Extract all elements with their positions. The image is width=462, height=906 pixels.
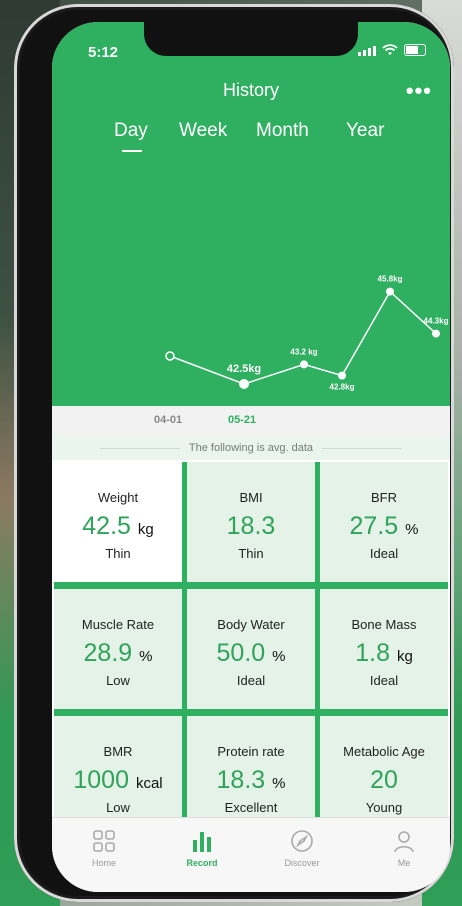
tabbar-label: Me <box>397 858 411 868</box>
tab-day-indicator <box>122 150 142 152</box>
tabbar-label: Home <box>91 858 116 868</box>
metric-label: Body Water <box>217 617 285 632</box>
metric-card-body-water[interactable]: Body Water 50.0 % Ideal <box>187 589 315 709</box>
tabbar-label: Discover <box>284 858 320 868</box>
status-time: 5:12 <box>88 44 119 61</box>
metric-unit: kg <box>137 521 154 538</box>
date-axis[interactable]: 04-01 05-21 <box>52 406 450 436</box>
metric-status: Excellent <box>224 800 278 815</box>
metric-label: Muscle Rate <box>81 617 155 632</box>
metric-value: 18.3 <box>226 512 276 540</box>
metric-value-line: 1000 kcal <box>54 766 182 795</box>
metric-value-line: 28.9 % <box>54 639 182 668</box>
metric-status: Ideal <box>369 546 399 561</box>
metric-card-weight[interactable]: Weight 42.5 kg Thin <box>54 462 182 582</box>
metric-value: 1.8 <box>355 639 390 667</box>
metric-value: 1000 <box>73 766 129 794</box>
app-screen: 5:12 History ••• Day Week Month Year 42.… <box>52 22 450 892</box>
metric-unit: kcal <box>135 775 163 792</box>
metric-value-line: 20 <box>320 766 448 795</box>
metric-status: Young <box>365 800 403 815</box>
tab-week[interactable]: Week <box>179 120 227 142</box>
more-options-icon[interactable]: ••• <box>406 78 432 104</box>
data-label: 42.8kg <box>330 383 355 392</box>
metric-label: BFR <box>371 490 397 505</box>
avg-data-divider: The following is avg. data <box>52 436 450 460</box>
tabbar-discover[interactable]: Discover <box>262 828 342 868</box>
data-label: 42.5kg <box>227 363 261 375</box>
tab-month[interactable]: Month <box>256 120 309 142</box>
metric-label: Metabolic Age <box>343 744 425 759</box>
metric-unit: % <box>139 648 153 665</box>
metric-value: 27.5 <box>349 512 399 540</box>
metric-status: Ideal <box>369 673 399 688</box>
metric-card-bfr[interactable]: BFR 27.5 % Ideal <box>320 462 448 582</box>
signal-icon <box>358 44 376 56</box>
metric-card-bmi[interactable]: BMI 18.3 Thin <box>187 462 315 582</box>
tabbar-home[interactable]: Home <box>64 828 144 868</box>
page-title: History <box>222 80 279 100</box>
data-label: 44.3kg <box>424 317 449 326</box>
avg-data-note: The following is avg. data <box>188 442 314 454</box>
metric-unit: % <box>272 775 286 792</box>
metric-label: Bone Mass <box>351 617 417 632</box>
metric-status: Low <box>106 800 130 815</box>
data-point[interactable] <box>165 351 175 361</box>
phone-frame: 5:12 History ••• Day Week Month Year 42.… <box>14 4 454 902</box>
grid-icon <box>93 830 115 852</box>
weight-line-chart[interactable]: 42.5kg 43.2 kg 42.8kg 45.8kg 44.3kg <box>52 202 450 412</box>
data-point[interactable] <box>239 379 249 389</box>
weight-series-line <box>169 290 437 385</box>
phone-notch <box>144 22 358 56</box>
date-label-selected[interactable]: 05-21 <box>228 414 256 426</box>
data-point[interactable] <box>300 360 308 369</box>
metric-value: 20 <box>370 766 398 794</box>
metric-label: Protein rate <box>217 744 285 759</box>
metrics-grid: Weight 42.5 kg Thin BMI 18.3 Thin BFR 27… <box>54 462 448 842</box>
data-point[interactable] <box>386 287 394 296</box>
person-icon <box>394 831 414 853</box>
metric-status: Thin <box>238 546 264 561</box>
metric-label: BMI <box>239 490 263 505</box>
metric-unit: % <box>405 521 419 538</box>
compass-icon <box>291 830 313 852</box>
tab-day[interactable]: Day <box>114 120 148 142</box>
wifi-icon <box>382 44 398 55</box>
metric-label: Weight <box>97 490 139 505</box>
metric-value-line: 27.5 % <box>320 512 448 541</box>
metric-card-bone-mass[interactable]: Bone Mass 1.8 kg Ideal <box>320 589 448 709</box>
date-label[interactable]: 04-01 <box>154 414 182 426</box>
tabbar-record[interactable]: Record <box>162 828 242 868</box>
metric-value-line: 50.0 % <box>187 639 315 668</box>
metric-label: BMR <box>103 744 133 759</box>
metric-status: Thin <box>105 546 131 561</box>
status-icons <box>358 44 426 56</box>
metric-status: Low <box>106 673 130 688</box>
metric-value-line: 18.3 <box>187 512 315 541</box>
battery-icon <box>404 44 426 56</box>
period-tabs: Day Week Month Year <box>52 120 450 160</box>
bottom-tab-bar: Home Record Discover Me <box>52 817 450 892</box>
metric-unit: % <box>272 648 286 665</box>
tabbar-me[interactable]: Me <box>364 828 444 868</box>
metric-value: 42.5 <box>82 512 131 540</box>
data-label: 43.2 kg <box>290 347 317 356</box>
data-label: 45.8kg <box>378 275 403 284</box>
data-point[interactable] <box>338 371 346 380</box>
metric-value-line: 1.8 kg <box>320 639 448 668</box>
metric-value: 50.0 <box>216 639 266 667</box>
metric-unit: kg <box>396 648 413 665</box>
data-point[interactable] <box>432 329 440 338</box>
tabbar-label: Record <box>186 858 218 868</box>
metric-value: 28.9 <box>83 639 133 667</box>
metric-value-line: 42.5 kg <box>54 512 182 541</box>
metric-status: Ideal <box>236 673 266 688</box>
metric-value: 18.3 <box>216 766 266 794</box>
metric-card-muscle-rate[interactable]: Muscle Rate 28.9 % Low <box>54 589 182 709</box>
bar-chart-icon <box>193 832 211 852</box>
tab-year[interactable]: Year <box>346 120 384 142</box>
metric-value-line: 18.3 % <box>187 766 315 795</box>
